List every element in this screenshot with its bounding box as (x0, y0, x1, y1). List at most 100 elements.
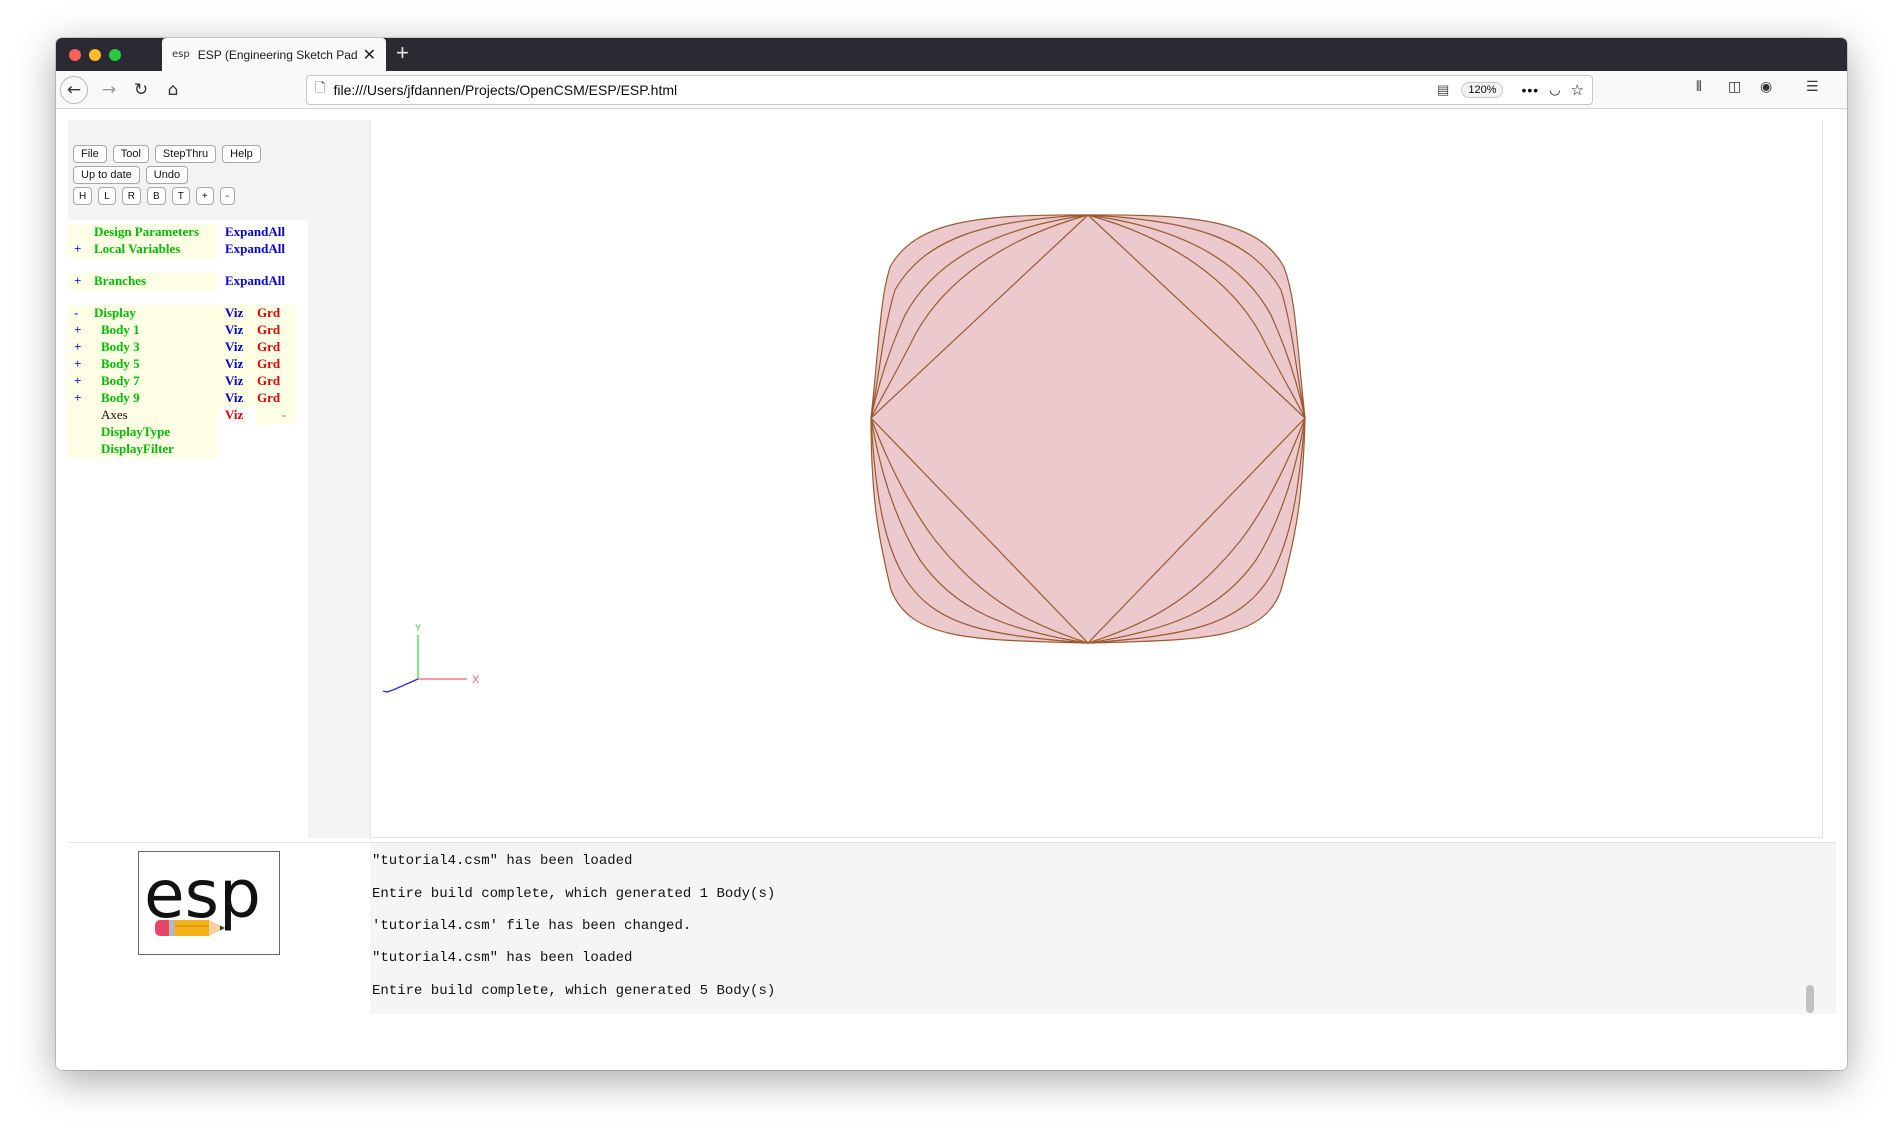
body-grd-toggle[interactable]: Grd (256, 390, 296, 407)
tree-toggle[interactable]: + (68, 356, 94, 373)
model-tree: Design Parameters ExpandAll + Local Vari… (68, 220, 308, 838)
tree-toggle[interactable]: + (68, 390, 94, 407)
title-bar: esp ESP (Engineering Sketch Pad, V ✕ + (56, 38, 1847, 71)
tree-label-display-filter[interactable]: DisplayFilter (94, 441, 218, 458)
graphics-viewport[interactable]: X Y (370, 120, 1836, 838)
body-grd-toggle[interactable]: Grd (256, 339, 296, 356)
back-arrow-icon[interactable]: ← (60, 76, 88, 104)
tree-row-body: + Body 7 Viz Grd (68, 373, 296, 390)
browser-tab[interactable]: esp ESP (Engineering Sketch Pad, V ✕ (162, 38, 386, 71)
tree-row-display-filter: DisplayFilter (68, 441, 218, 458)
body-viz-toggle[interactable]: Viz (218, 339, 256, 356)
address-bar[interactable]: 🗋 file:///Users/jfdannen/Projects/OpenCS… (306, 75, 1593, 105)
expand-all-local-variables[interactable]: ExpandAll (218, 241, 298, 258)
message-log[interactable]: "tutorial4.csm" has been loaded Entire b… (370, 842, 1836, 1014)
expand-all-branches[interactable]: ExpandAll (218, 273, 298, 290)
new-tab-icon[interactable]: + (396, 40, 409, 66)
tree-spacer (68, 424, 94, 441)
zoom-level[interactable]: 120% (1461, 82, 1504, 98)
library-icon[interactable]: ⫴ (1696, 79, 1702, 95)
more-actions-icon[interactable]: ••• (1521, 82, 1539, 98)
view-bottom-button[interactable]: B (147, 187, 166, 205)
tree-row-body: + Body 3 Viz Grd (68, 339, 296, 356)
reader-view-icon[interactable]: ▤ (1437, 82, 1449, 98)
undo-button[interactable]: Undo (145, 166, 189, 184)
body-viz-toggle[interactable]: Viz (218, 390, 256, 407)
body-grd-toggle[interactable]: Grd (256, 322, 296, 339)
body-grd-toggle[interactable]: Grd (256, 373, 296, 390)
tree-toggle[interactable]: + (68, 339, 94, 356)
tree-label-display[interactable]: Display (94, 305, 218, 322)
tree-label-body[interactable]: Body 7 (94, 373, 218, 390)
log-scrollbar[interactable] (1806, 985, 1814, 1013)
tree-spacer (68, 441, 94, 458)
tab-title: ESP (Engineering Sketch Pad, V (197, 47, 357, 62)
reload-icon[interactable]: ↻ (128, 77, 154, 103)
tree-label-display-type[interactable]: DisplayType (94, 424, 218, 441)
tree-toggle[interactable]: - (68, 305, 94, 322)
log-message: 'tutorial4.csm' file has been changed. (372, 918, 692, 934)
tree-row-body: + Body 9 Viz Grd (68, 390, 296, 407)
up-to-date-button[interactable]: Up to date (73, 166, 140, 184)
menu-icon[interactable]: ☰ (1806, 79, 1819, 95)
tree-row-axes: Axes Viz - (68, 407, 296, 424)
tree-label-body[interactable]: Body 1 (94, 322, 218, 339)
url-text[interactable]: file:///Users/jfdannen/Projects/OpenCSM/… (333, 82, 1437, 98)
tool-button[interactable]: Tool (112, 145, 149, 163)
tree-label-body[interactable]: Body 5 (94, 356, 218, 373)
body-grd-toggle[interactable]: Grd (256, 356, 296, 373)
view-left-button[interactable]: L (98, 187, 116, 205)
menu-button-row: File Tool StepThru Help (73, 145, 261, 163)
home-icon[interactable]: ⌂ (160, 77, 186, 103)
left-panel: File Tool StepThru Help Up to date Undo … (68, 120, 370, 838)
tree-toggle[interactable]: + (68, 241, 94, 258)
tree-label-body[interactable]: Body 9 (94, 390, 218, 407)
tree-row-design-parameters: Design Parameters ExpandAll (68, 224, 298, 241)
log-message: "tutorial4.csm" has been loaded (372, 950, 633, 966)
close-tab-icon[interactable]: ✕ (363, 45, 376, 65)
help-button[interactable]: Help (222, 145, 261, 163)
tree-row-display-type: DisplayType (68, 424, 218, 441)
view-home-button[interactable]: H (73, 187, 93, 205)
zoom-out-button[interactable]: - (219, 187, 235, 205)
tree-label-local-variables[interactable]: Local Variables (94, 241, 218, 258)
page-icon: 🗋 (315, 80, 326, 95)
maximize-window-button[interactable] (109, 49, 121, 61)
bookmark-star-icon[interactable]: ☆ (1571, 81, 1584, 99)
stepthru-button[interactable]: StepThru (154, 145, 217, 163)
axes-grd-value: - (256, 407, 296, 424)
minimize-window-button[interactable] (89, 49, 101, 61)
tree-toggle[interactable]: + (68, 322, 94, 339)
esp-logo-graphic: esp (144, 856, 261, 936)
file-button[interactable]: File (73, 145, 107, 163)
account-icon[interactable]: ◉ (1760, 79, 1772, 95)
graphics-canvas[interactable]: X Y (371, 120, 1823, 838)
tree-toggle[interactable] (68, 224, 94, 241)
tree-toggle[interactable]: + (68, 373, 94, 390)
sidebar-icon[interactable]: ◫ (1728, 79, 1741, 95)
body-viz-toggle[interactable]: Viz (218, 322, 256, 339)
display-viz-toggle[interactable]: Viz (218, 305, 256, 322)
tree-label-body[interactable]: Body 3 (94, 339, 218, 356)
display-grd-toggle[interactable]: Grd (256, 305, 296, 322)
tree-row-local-variables: + Local Variables ExpandAll (68, 241, 298, 258)
view-right-button[interactable]: R (121, 187, 142, 205)
tree-toggle[interactable]: + (68, 273, 94, 290)
tree-label-branches[interactable]: Branches (94, 273, 218, 290)
body-viz-toggle[interactable]: Viz (218, 356, 256, 373)
browser-window: esp ESP (Engineering Sketch Pad, V ✕ + ←… (56, 38, 1847, 1070)
navigation-bar: ← → ↻ ⌂ 🗋 file:///Users/jfdannen/Project… (56, 71, 1847, 109)
forward-arrow-icon[interactable]: → (96, 77, 122, 103)
model-render[interactable]: X Y (371, 120, 1823, 838)
close-window-button[interactable] (69, 49, 81, 61)
zoom-in-button[interactable]: + (195, 187, 214, 205)
expand-all-design-parameters[interactable]: ExpandAll (218, 224, 298, 241)
body-viz-toggle[interactable]: Viz (218, 373, 256, 390)
axes-viz-toggle[interactable]: Viz (218, 407, 256, 424)
tree-row-display: - Display Viz Grd (68, 305, 296, 322)
view-top-button[interactable]: T (171, 187, 190, 205)
log-message: "tutorial4.csm" has been loaded (372, 853, 633, 869)
tree-label-axes[interactable]: Axes (94, 407, 218, 424)
tree-label-design-parameters[interactable]: Design Parameters (94, 224, 218, 241)
pocket-icon[interactable]: ◡ (1549, 82, 1560, 98)
